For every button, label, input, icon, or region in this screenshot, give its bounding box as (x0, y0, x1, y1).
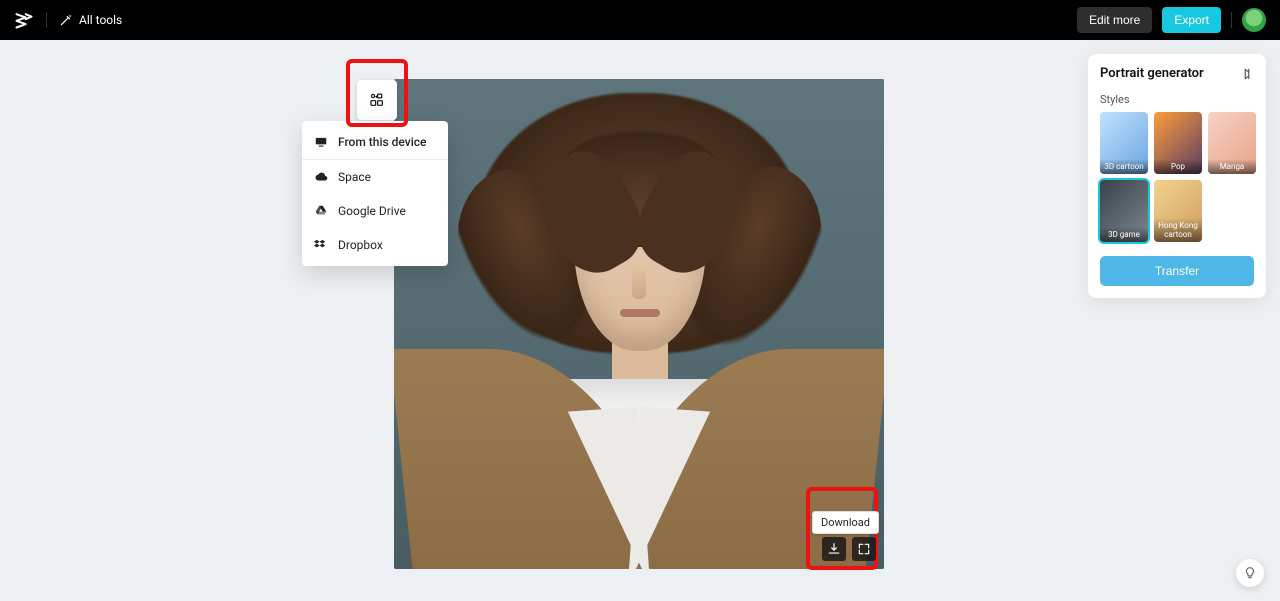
menu-item-from-device[interactable]: From this device (302, 125, 448, 160)
menu-item-google-drive[interactable]: Google Drive (302, 194, 448, 228)
device-icon (314, 135, 328, 149)
divider (1231, 12, 1232, 28)
expand-icon (857, 542, 871, 556)
style-tile-pop[interactable]: Pop (1154, 112, 1202, 174)
menu-item-space[interactable]: Space (302, 160, 448, 194)
collapse-panel-icon[interactable] (1240, 67, 1254, 81)
header-left: All tools (14, 10, 122, 30)
menu-item-dropbox[interactable]: Dropbox (302, 228, 448, 262)
app-header: All tools Edit more Export (0, 0, 1280, 40)
style-tile-3d-game[interactable]: 3D game (1100, 180, 1148, 242)
panel-header: Portrait generator (1100, 66, 1254, 81)
style-label: 3D game (1100, 227, 1148, 242)
style-tile-3d-cartoon[interactable]: 3D cartoon (1100, 112, 1148, 174)
upload-source-menu: From this device Space Google Drive Drop… (302, 121, 448, 266)
portrait-coat (414, 349, 864, 569)
all-tools-button[interactable]: All tools (59, 13, 122, 27)
lightbulb-icon (1243, 566, 1257, 580)
menu-item-label: Dropbox (338, 238, 383, 252)
style-grid: 3D cartoon Pop Manga 3D game Hong Kong c… (1100, 112, 1254, 242)
edit-more-button[interactable]: Edit more (1077, 7, 1152, 33)
style-label: Pop (1154, 159, 1202, 174)
download-icon (827, 542, 841, 556)
cloud-icon (314, 170, 328, 184)
divider (46, 12, 47, 28)
help-button[interactable] (1236, 559, 1264, 587)
style-label: Manga (1208, 159, 1256, 174)
download-button[interactable] (822, 537, 846, 561)
canvas-controls (822, 537, 876, 561)
replace-image-icon (369, 92, 385, 108)
portrait-mouth (620, 309, 660, 317)
export-button[interactable]: Export (1162, 7, 1221, 33)
all-tools-label: All tools (79, 13, 122, 27)
menu-item-label: Google Drive (338, 204, 406, 218)
style-label: Hong Kong cartoon (1154, 218, 1202, 242)
style-tile-manga[interactable]: Manga (1208, 112, 1256, 174)
brand-logo-icon (14, 10, 34, 30)
panel-title: Portrait generator (1100, 66, 1204, 81)
replace-image-button[interactable] (357, 80, 397, 120)
magic-wand-icon (59, 13, 73, 27)
portrait-generator-panel: Portrait generator Styles 3D cartoon Pop… (1088, 54, 1266, 298)
menu-item-label: Space (338, 170, 371, 184)
google-drive-icon (314, 204, 328, 218)
fullscreen-button[interactable] (852, 537, 876, 561)
download-tooltip: Download (812, 511, 879, 534)
portrait-nose (632, 265, 646, 299)
menu-item-label: From this device (338, 135, 427, 149)
portrait-canvas[interactable] (394, 79, 884, 569)
header-right: Edit more Export (1077, 7, 1266, 33)
style-label: 3D cartoon (1100, 159, 1148, 174)
stage: From this device Space Google Drive Drop… (0, 40, 1280, 601)
dropbox-icon (314, 238, 328, 252)
transfer-button[interactable]: Transfer (1100, 256, 1254, 286)
styles-section-label: Styles (1100, 93, 1254, 106)
user-avatar[interactable] (1242, 8, 1266, 32)
style-tile-hong-kong-cartoon[interactable]: Hong Kong cartoon (1154, 180, 1202, 242)
